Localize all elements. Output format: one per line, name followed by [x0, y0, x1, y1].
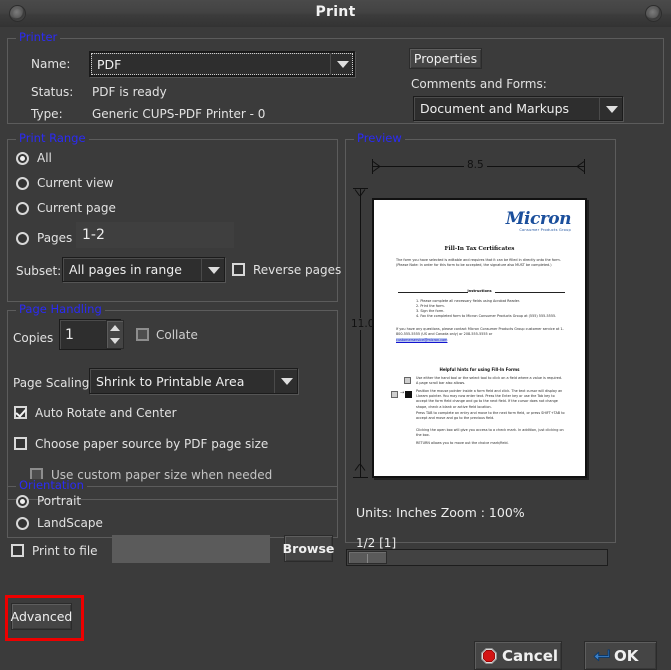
page-scaling-value: Shrink to Printable Area [96, 373, 245, 389]
document-contact-link[interactable]: customerservice@micron.com [396, 338, 448, 342]
printer-type-label: Type: [31, 107, 63, 121]
printer-status-label: Status: [31, 85, 74, 99]
checkbox-reverse-pages[interactable] [232, 263, 245, 276]
radio-print-range-pages[interactable] [16, 232, 29, 245]
reverse-pages-label: Reverse pages [253, 263, 342, 277]
comments-and-forms-label: Comments and Forms: [411, 77, 547, 91]
micron-logo-text: Micron [505, 209, 572, 229]
text-cursor-icon [405, 391, 412, 398]
checkbox-choose-paper-source[interactable] [14, 437, 27, 450]
page-handling-group-title: Page Handling [16, 303, 105, 316]
preview-group-title: Preview [354, 132, 405, 145]
micron-logo-subtext: Consumer Products Group [519, 228, 571, 232]
subset-combo[interactable]: All pages in range [62, 257, 225, 282]
radio-print-range-current-view[interactable] [16, 177, 29, 190]
hint-item: Position the mouse pointer inside a form… [416, 389, 563, 409]
print-range-group: Print Range All Current view Current pag… [7, 132, 342, 302]
orientation-label-portrait: Portrait [37, 494, 82, 508]
browse-button[interactable]: Browse [283, 535, 334, 562]
radio-print-range-current-page[interactable] [16, 202, 29, 215]
stepper-down-icon[interactable] [107, 335, 123, 349]
hints-heading: Helpful hints for using Fill-In Forms [439, 367, 520, 372]
copies-label: Copies [13, 331, 54, 345]
printer-name-value: PDF [97, 56, 122, 72]
collate-label: Collate [156, 328, 198, 342]
radio-orientation-portrait[interactable] [16, 495, 29, 508]
hint-item: Press TAB to complete an entry and move … [416, 411, 565, 421]
hand-tool-icon [404, 377, 411, 384]
printer-group: Printer Name: PDF Status: PDF is ready T… [7, 31, 664, 124]
advanced-button[interactable]: Advanced [11, 603, 72, 630]
document-intro-paragraph: The form you have selected is editable a… [396, 258, 561, 268]
printer-status-value: PDF is ready [92, 85, 167, 99]
print-to-file-path-input[interactable] [112, 535, 270, 563]
instruction-item: 2. Print the form. [416, 304, 445, 308]
orientation-group-title: Orientation [16, 479, 87, 492]
printer-group-title: Printer [16, 31, 61, 44]
document-title: Fill-In Tax Certificates [444, 246, 515, 252]
dialog-body: Printer Name: PDF Status: PDF is ready T… [0, 27, 671, 670]
preview-scrollbar[interactable] [346, 549, 608, 566]
radio-label-current-view: Current view [37, 176, 114, 190]
printer-type-value: Generic CUPS-PDF Printer - 0 [92, 107, 266, 121]
instruction-item: 4. Fax the completed form to Micron Cons… [416, 314, 557, 318]
checkbox-collate[interactable] [136, 328, 149, 341]
page-preview-thumbnail[interactable]: Micron Consumer Products Group Fill-In T… [372, 198, 587, 478]
preview-scrollbar-thumb[interactable] [348, 551, 387, 564]
micron-logo: Micron Consumer Products Group [475, 209, 572, 236]
print-to-file-label: Print to file [32, 544, 98, 558]
instructions-rule-right [495, 292, 565, 293]
arrow-right-icon: → [400, 390, 405, 396]
instruction-item: 3. Sign the form. [416, 309, 445, 313]
radio-label-all: All [37, 151, 52, 165]
preview-page-indicator: 1/2 [1] [356, 536, 397, 550]
radio-orientation-landscape[interactable] [16, 517, 29, 530]
stepper-up-icon[interactable] [107, 321, 123, 335]
document-contact-paragraph: If you have any questions, please contac… [396, 327, 564, 337]
radio-label-current-page: Current page [37, 201, 116, 215]
hint-item: Clicking the open box will give you acce… [416, 428, 564, 438]
page-handling-group: Page Handling Copies 1 Collate Page Scal… [7, 303, 338, 500]
orientation-group: Orientation Portrait LandScape [7, 479, 338, 538]
chevron-down-icon[interactable] [599, 97, 622, 120]
page-preview-content: Micron Consumer Products Group Fill-In T… [382, 206, 577, 470]
select-tool-icon [391, 391, 398, 398]
instruction-item: 1. Please complete all necessary fields … [416, 299, 520, 303]
hint-item: Use either the hand tool or the select t… [416, 376, 563, 386]
arrowhead-left-b [372, 166, 380, 172]
chevron-down-icon[interactable] [274, 369, 297, 393]
checkbox-print-to-file[interactable] [11, 544, 24, 557]
print-dialog: Print Printer Name: PDF Status: PDF is r… [0, 0, 671, 670]
page-scaling-combo[interactable]: Shrink to Printable Area [89, 368, 298, 394]
comments-and-forms-combo[interactable]: Document and Markups [413, 96, 623, 121]
checkbox-auto-rotate-and-center[interactable] [14, 406, 27, 419]
subset-value: All pages in range [69, 262, 182, 277]
preview-units-zoom-label: Units: Inches Zoom : 100% [356, 505, 525, 520]
dialog-title: Print [315, 4, 356, 20]
choose-paper-source-label: Choose paper source by PDF page size [35, 437, 269, 451]
dialog-titlebar: Print [0, 0, 671, 28]
height-dimension-tick-bottom [353, 477, 368, 478]
window-close-icon[interactable] [645, 5, 662, 22]
orientation-label-landscape: LandScape [37, 516, 103, 530]
hint-item: RETURN allows you to move out the choice… [416, 441, 509, 445]
printer-name-label: Name: [31, 57, 71, 71]
properties-button[interactable]: Properties [409, 48, 482, 69]
preview-group: Preview 8.5 11.0 Micron Consumer Product… [345, 132, 616, 566]
printer-name-combo[interactable]: PDF [89, 51, 355, 77]
radio-print-range-all[interactable] [16, 152, 29, 165]
page-scaling-label: Page Scaling [13, 376, 90, 390]
pages-range-input[interactable]: 1-2 [76, 222, 234, 248]
comments-and-forms-value: Document and Markups [420, 101, 570, 116]
radio-label-pages: Pages [37, 231, 73, 245]
height-dimension-line [360, 188, 361, 478]
print-range-group-title: Print Range [16, 132, 89, 145]
auto-rotate-label: Auto Rotate and Center [35, 406, 177, 420]
copies-stepper[interactable] [106, 320, 124, 349]
width-dimension-label: 8.5 [464, 159, 487, 171]
subset-label: Subset: [16, 264, 62, 278]
chevron-down-icon[interactable] [201, 258, 224, 281]
chevron-down-icon[interactable] [330, 53, 353, 75]
